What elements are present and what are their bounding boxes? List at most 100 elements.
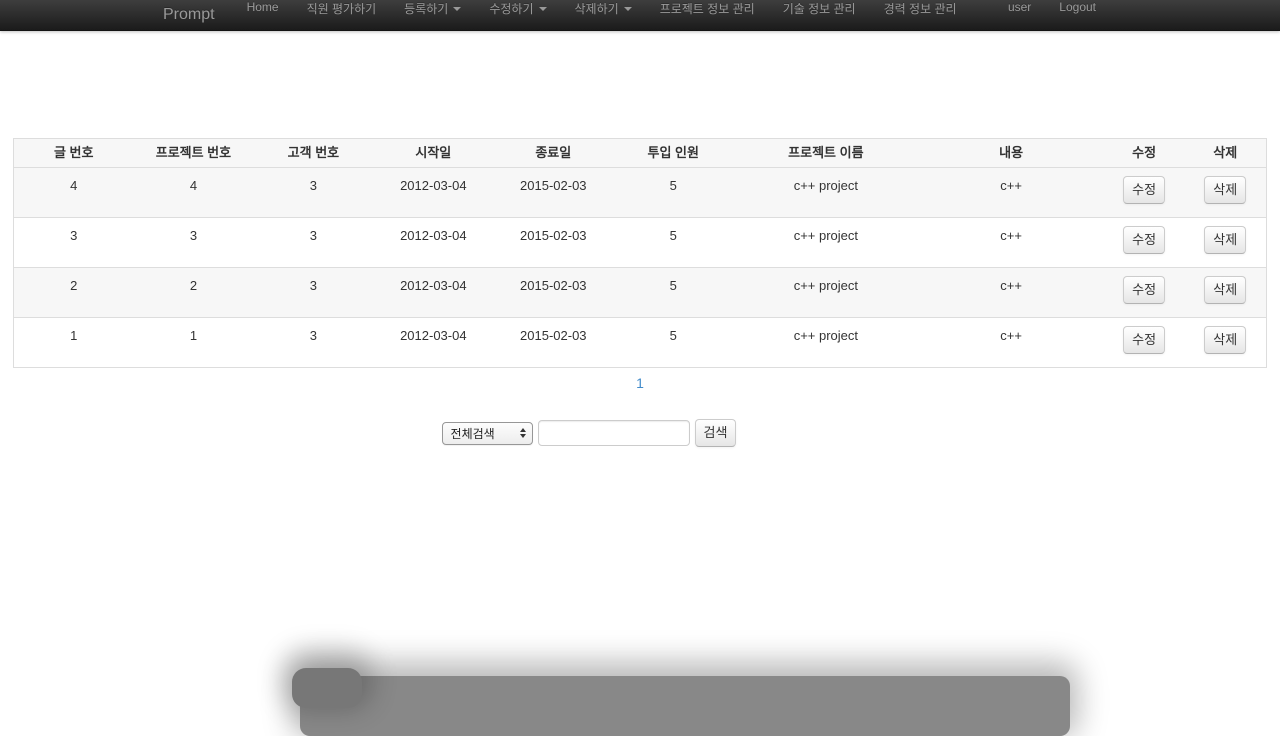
cell-content: c++: [918, 168, 1103, 218]
search-button[interactable]: 검색: [695, 419, 737, 447]
cell-content: c++: [918, 318, 1103, 368]
cell-end-date: 2015-02-03: [493, 218, 613, 268]
search-filter-selected-value: 전체검색: [451, 425, 520, 442]
col-header-edit: 수정: [1104, 139, 1185, 168]
main-nav: Home 직원 평가하기 등록하기 수정하기 삭제하기 프로젝트 정보 관리 기술 정보 관…: [233, 0, 971, 30]
cell-edit: 수정: [1104, 168, 1185, 218]
caret-down-icon: [624, 7, 632, 11]
cell-staff-count: 5: [613, 318, 733, 368]
nav-item-label: Home: [247, 0, 279, 14]
cell-post-no: 4: [14, 168, 134, 218]
col-header-staff-count: 투입 인원: [613, 139, 733, 168]
nav-item-home[interactable]: Home: [233, 0, 293, 14]
cell-customer-no: 3: [253, 318, 373, 368]
delete-button[interactable]: 삭제: [1204, 276, 1246, 304]
nav-item-user[interactable]: user: [994, 0, 1045, 14]
nav-item-label: 직원 평가하기: [307, 0, 377, 17]
delete-button[interactable]: 삭제: [1204, 226, 1246, 254]
table-row: 4432012-03-042015-02-035c++ projectc++수정…: [14, 168, 1267, 218]
nav-item-label: 기술 정보 관리: [783, 0, 856, 17]
cell-project-no: 2: [133, 268, 253, 318]
cell-edit: 수정: [1104, 268, 1185, 318]
cell-delete: 삭제: [1185, 318, 1267, 368]
search-filter-select[interactable]: 전체검색: [442, 422, 533, 445]
edit-button[interactable]: 수정: [1123, 176, 1165, 204]
edit-button[interactable]: 수정: [1123, 326, 1165, 354]
navbar-inner: Prompt Home직원 평가하기등록하기수정하기삭제하기프로젝트 정보 관리…: [170, 0, 1110, 30]
nav-item-logout[interactable]: Logout: [1045, 0, 1110, 14]
nav-item-label: 수정하기: [489, 0, 533, 17]
cell-customer-no: 3: [253, 268, 373, 318]
cell-end-date: 2015-02-03: [493, 168, 613, 218]
nav-item-tech-info[interactable]: 기술 정보 관리: [769, 0, 870, 17]
nav-item-label: 등록하기: [404, 0, 448, 17]
table-row: 2232012-03-042015-02-035c++ projectc++수정…: [14, 268, 1267, 318]
cell-start-date: 2012-03-04: [373, 218, 493, 268]
cell-customer-no: 3: [253, 168, 373, 218]
cell-staff-count: 5: [613, 268, 733, 318]
delete-button[interactable]: 삭제: [1204, 326, 1246, 354]
nav-item-employee-eval[interactable]: 직원 평가하기: [293, 0, 391, 17]
cell-project-name: c++ project: [733, 268, 918, 318]
search-form: 전체검색 검색: [0, 419, 1229, 447]
select-updown-arrows-icon: [520, 428, 526, 438]
cell-project-no: 3: [133, 218, 253, 268]
cell-project-name: c++ project: [733, 168, 918, 218]
nav-item-delete[interactable]: 삭제하기: [561, 0, 646, 17]
table-row: 1132012-03-042015-02-035c++ projectc++수정…: [14, 318, 1267, 368]
cell-staff-count: 5: [613, 218, 733, 268]
search-input[interactable]: [538, 420, 690, 446]
edit-button[interactable]: 수정: [1123, 226, 1165, 254]
cell-delete: 삭제: [1185, 268, 1267, 318]
cell-delete: 삭제: [1185, 168, 1267, 218]
cell-post-no: 3: [14, 218, 134, 268]
table-row: 3332012-03-042015-02-035c++ projectc++수정…: [14, 218, 1267, 268]
cell-project-name: c++ project: [733, 218, 918, 268]
cell-content: c++: [918, 268, 1103, 318]
edit-button[interactable]: 수정: [1123, 276, 1165, 304]
table-header-row: 글 번호프로젝트 번호고객 번호시작일종료일투입 인원프로젝트 이름내용수정삭제: [14, 139, 1267, 168]
cell-start-date: 2012-03-04: [373, 168, 493, 218]
col-header-project-name: 프로젝트 이름: [733, 139, 918, 168]
cell-post-no: 1: [14, 318, 134, 368]
cell-staff-count: 5: [613, 168, 733, 218]
nav-item-career-info[interactable]: 경력 정보 관리: [870, 0, 971, 17]
col-header-end-date: 종료일: [493, 139, 613, 168]
brand-logo[interactable]: Prompt: [163, 0, 233, 30]
cell-project-no: 1: [133, 318, 253, 368]
cell-end-date: 2015-02-03: [493, 318, 613, 368]
nav-item-label: 삭제하기: [575, 0, 619, 17]
col-header-start-date: 시작일: [373, 139, 493, 168]
nav-item-project-info[interactable]: 프로젝트 정보 관리: [646, 0, 769, 17]
cell-end-date: 2015-02-03: [493, 268, 613, 318]
cell-start-date: 2012-03-04: [373, 318, 493, 368]
col-header-delete: 삭제: [1185, 139, 1267, 168]
cell-project-no: 4: [133, 168, 253, 218]
cell-project-name: c++ project: [733, 318, 918, 368]
caret-down-icon: [539, 7, 547, 11]
col-header-post-no: 글 번호: [14, 139, 134, 168]
nav-item-label: 경력 정보 관리: [884, 0, 957, 17]
cell-edit: 수정: [1104, 218, 1185, 268]
pagination: 1: [0, 375, 1280, 395]
cell-post-no: 2: [14, 268, 134, 318]
navbar-right-nav: userLogout: [994, 0, 1110, 30]
page-link-1[interactable]: 1: [630, 373, 650, 393]
nav-item-register[interactable]: 등록하기: [390, 0, 475, 17]
main-content: 글 번호프로젝트 번호고객 번호시작일종료일투입 인원프로젝트 이름내용수정삭제…: [0, 31, 1280, 447]
cell-content: c++: [918, 218, 1103, 268]
nav-item-edit[interactable]: 수정하기: [475, 0, 560, 17]
nav-item-label: 프로젝트 정보 관리: [660, 0, 755, 17]
cell-edit: 수정: [1104, 318, 1185, 368]
below-fold-shadow-left: [292, 668, 362, 708]
delete-button[interactable]: 삭제: [1204, 176, 1246, 204]
col-header-content: 내용: [918, 139, 1103, 168]
projects-table: 글 번호프로젝트 번호고객 번호시작일종료일투입 인원프로젝트 이름내용수정삭제…: [13, 138, 1267, 368]
cell-customer-no: 3: [253, 218, 373, 268]
col-header-project-no: 프로젝트 번호: [133, 139, 253, 168]
cell-delete: 삭제: [1185, 218, 1267, 268]
top-navbar: Prompt Home 직원 평가하기 등록하기 수정하기 삭제하기 프로젝트 정보 관리…: [0, 0, 1280, 31]
caret-down-icon: [453, 7, 461, 11]
below-fold-shadow: [300, 676, 1070, 736]
col-header-customer-no: 고객 번호: [253, 139, 373, 168]
